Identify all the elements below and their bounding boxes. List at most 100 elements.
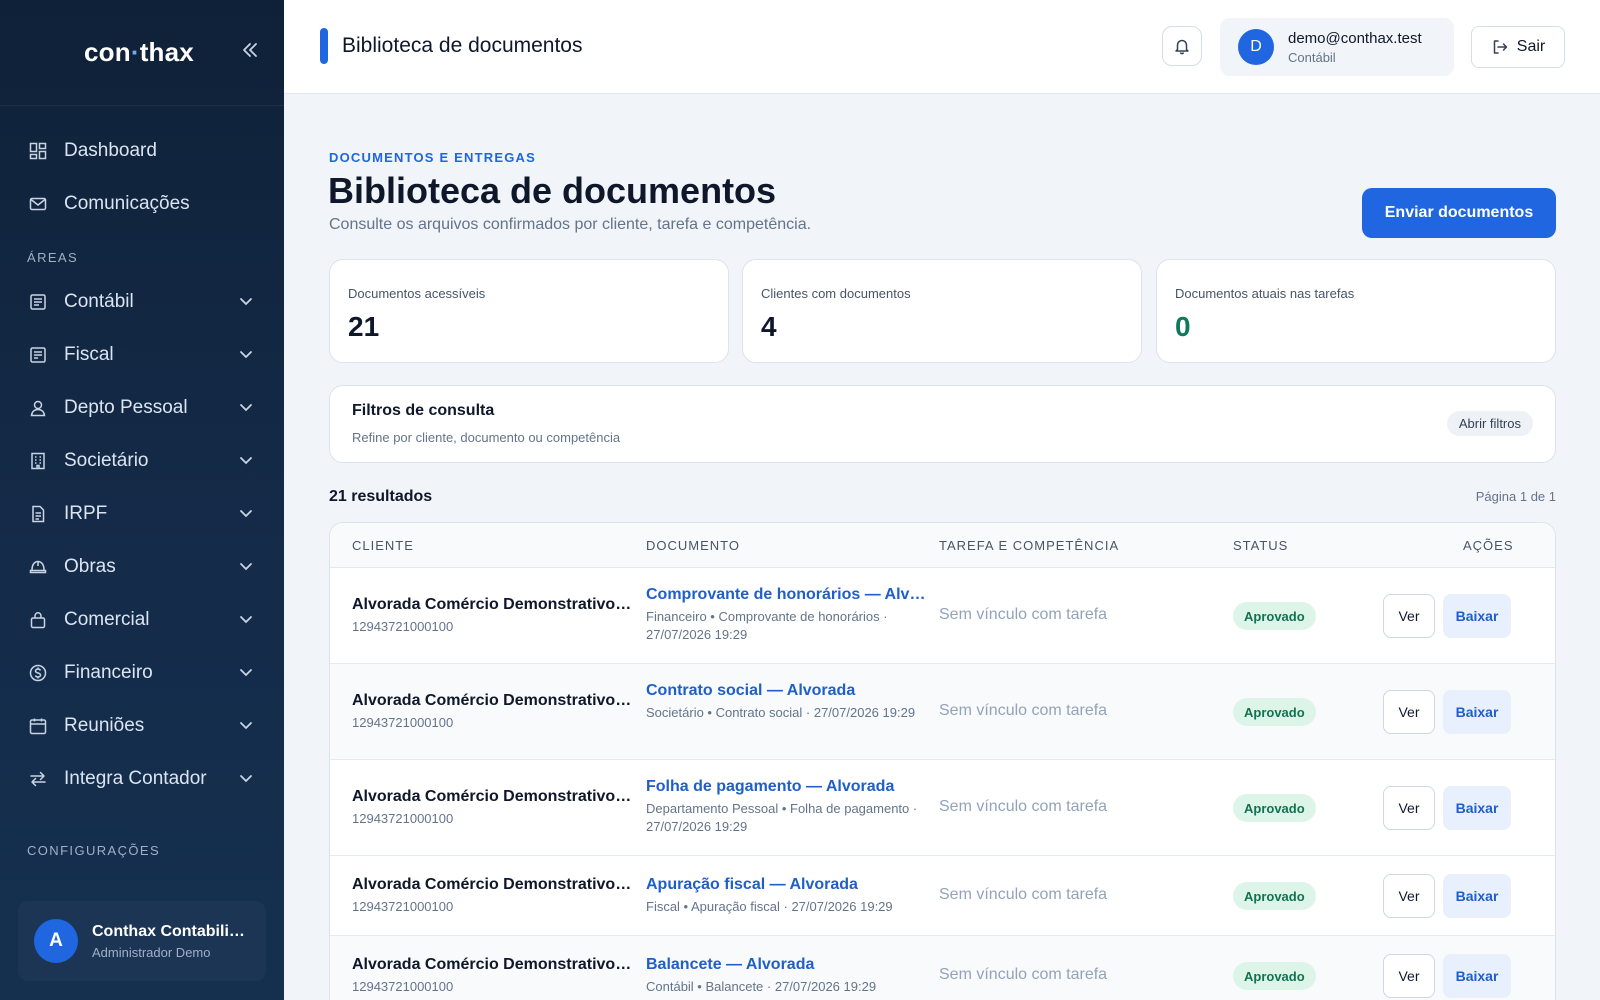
section-label-areas: ÁREAS <box>27 250 79 265</box>
column-header-client[interactable]: CLIENTE <box>352 538 414 553</box>
stat-card-current-task-docs: Documentos atuais nas tarefas 0 <box>1156 259 1556 363</box>
avatar: D <box>1238 29 1274 65</box>
table-row: Alvorada Comércio Demonstrativo Ltda 129… <box>330 936 1555 1000</box>
chevron-down-icon <box>240 722 252 730</box>
chevron-down-icon <box>240 298 252 306</box>
open-filters-button[interactable]: Abrir filtros <box>1446 411 1533 436</box>
sidebar-item-label: Reuniões <box>64 714 145 736</box>
client-cnpj: 12943721000100 <box>352 979 454 994</box>
sidebar-item-financeiro[interactable]: Financeiro <box>0 646 284 699</box>
receipt-icon <box>28 345 48 365</box>
client-name: Alvorada Comércio Demonstrativo Ltda <box>352 596 632 613</box>
chevron-down-icon <box>240 457 252 465</box>
documents-table: CLIENTE DOCUMENTO TAREFA E COMPETÊNCIA S… <box>329 522 1556 1000</box>
sidebar-item-label: Fiscal <box>64 343 114 365</box>
column-header-status[interactable]: STATUS <box>1233 538 1288 553</box>
pagination-label: Página 1 de 1 <box>1475 489 1556 504</box>
document-icon <box>28 504 48 524</box>
results-count: 21 resultados <box>329 488 433 505</box>
stat-card-clients-with-docs: Clientes com documentos 4 <box>742 259 1142 363</box>
client-cnpj: 12943721000100 <box>352 715 454 730</box>
sidebar-item-label: Comercial <box>64 608 150 630</box>
sidebar-item-reunioes[interactable]: Reuniões <box>0 699 284 752</box>
logout-label: Sair <box>1516 38 1546 55</box>
stat-label: Documentos acessíveis <box>348 286 486 301</box>
bell-icon <box>1175 39 1189 55</box>
person-icon <box>28 398 48 418</box>
document-meta: Societário • Contrato social · 27/07/202… <box>646 705 916 720</box>
filters-subtitle: Refine por cliente, documento ou competê… <box>352 430 621 445</box>
client-name: Alvorada Comércio Demonstrativo Ltda <box>352 956 632 973</box>
document-link[interactable]: Apuração fiscal — Alvorada <box>646 876 928 894</box>
download-button[interactable]: Baixar <box>1443 786 1511 830</box>
sidebar-item-label: Societário <box>64 449 149 471</box>
sidebar-item-depto-pessoal[interactable]: Depto Pessoal <box>0 381 284 434</box>
send-documents-button[interactable]: Enviar documentos <box>1362 188 1556 238</box>
sidebar-item-fiscal[interactable]: Fiscal <box>0 328 284 381</box>
document-link[interactable]: Folha de pagamento — Alvorada <box>646 778 928 796</box>
document-link[interactable]: Contrato social — Alvorada <box>646 682 928 700</box>
download-button[interactable]: Baixar <box>1443 690 1511 734</box>
calendar-icon <box>28 716 48 736</box>
client-cnpj: 12943721000100 <box>352 619 454 634</box>
status-badge: Aprovado <box>1233 962 1316 990</box>
topbar-title: Biblioteca de documentos <box>342 34 583 57</box>
view-button[interactable]: Ver <box>1383 874 1435 918</box>
stat-value: 21 <box>348 311 380 342</box>
table-row: Alvorada Comércio Demonstrativo Ltda 129… <box>330 664 1555 760</box>
table-header: CLIENTE DOCUMENTO TAREFA E COMPETÊNCIA S… <box>330 523 1555 568</box>
collapse-sidebar-icon[interactable] <box>240 39 260 67</box>
sidebar-item-label: Obras <box>64 555 116 577</box>
sidebar-item-obras[interactable]: Obras <box>0 540 284 593</box>
chevron-down-icon <box>240 775 252 783</box>
stat-value: 4 <box>761 311 777 342</box>
stat-label: Clientes com documentos <box>761 286 911 301</box>
dashboard-icon <box>28 141 48 161</box>
document-link[interactable]: Comprovante de honorários — Alvorada <box>646 586 928 604</box>
user-card[interactable]: A Conthax Contabilidade Administrador De… <box>18 901 266 981</box>
download-button[interactable]: Baixar <box>1443 874 1511 918</box>
sidebar-item-label: Integra Contador <box>64 767 207 789</box>
task-link-status: Sem vínculo com tarefa <box>939 966 1108 983</box>
view-button[interactable]: Ver <box>1383 690 1435 734</box>
user-name: Conthax Contabilidade <box>92 922 252 940</box>
swap-icon <box>28 769 48 789</box>
chevron-down-icon <box>240 616 252 624</box>
logout-icon <box>1493 40 1508 54</box>
download-button[interactable]: Baixar <box>1443 954 1511 998</box>
task-link-status: Sem vínculo com tarefa <box>939 606 1108 623</box>
sidebar-item-integra-contador[interactable]: Integra Contador <box>0 752 284 805</box>
logo[interactable]: con·thax <box>84 37 194 68</box>
view-button[interactable]: Ver <box>1383 954 1435 998</box>
table-row: Alvorada Comércio Demonstrativo Ltda 129… <box>330 856 1555 936</box>
sidebar-item-label: Dashboard <box>64 139 157 161</box>
sidebar-item-dashboard[interactable]: Dashboard <box>0 124 284 177</box>
sidebar-item-societario[interactable]: Societário <box>0 434 284 487</box>
document-link[interactable]: Balancete — Alvorada <box>646 956 928 974</box>
column-header-document[interactable]: DOCUMENTO <box>646 538 740 553</box>
mail-icon <box>28 194 48 214</box>
client-name: Alvorada Comércio Demonstrativo Ltda <box>352 788 632 805</box>
sidebar-item-comercial[interactable]: Comercial <box>0 593 284 646</box>
account-email: demo@conthax.test <box>1288 29 1422 47</box>
view-button[interactable]: Ver <box>1383 594 1435 638</box>
chevron-down-icon <box>240 669 252 677</box>
status-badge: Aprovado <box>1233 698 1316 726</box>
document-meta: Departamento Pessoal • Folha de pagament… <box>646 801 918 834</box>
sidebar: con·thax Dashboard Comunicações ÁREAS Co… <box>0 0 284 1000</box>
stat-card-accessible-docs: Documentos acessíveis 21 <box>329 259 729 363</box>
sidebar-item-comunicacoes[interactable]: Comunicações <box>0 177 284 230</box>
page-subtitle: Consulte os arquivos confirmados por cli… <box>329 216 812 233</box>
view-button[interactable]: Ver <box>1383 786 1435 830</box>
sidebar-nav: Dashboard Comunicações ÁREAS Contábil Fi… <box>0 106 284 868</box>
client-cnpj: 12943721000100 <box>352 811 454 826</box>
chevron-down-icon <box>240 404 252 412</box>
download-button[interactable]: Baixar <box>1443 594 1511 638</box>
sidebar-item-contabil[interactable]: Contábil <box>0 275 284 328</box>
column-header-task[interactable]: TAREFA E COMPETÊNCIA <box>939 538 1119 553</box>
filters-panel: Filtros de consulta Refine por cliente, … <box>329 385 1556 463</box>
account-menu[interactable]: D demo@conthax.test Contábil <box>1220 18 1454 76</box>
sidebar-item-irpf[interactable]: IRPF <box>0 487 284 540</box>
notifications-button[interactable] <box>1162 26 1202 66</box>
logout-button[interactable]: Sair <box>1471 26 1565 68</box>
